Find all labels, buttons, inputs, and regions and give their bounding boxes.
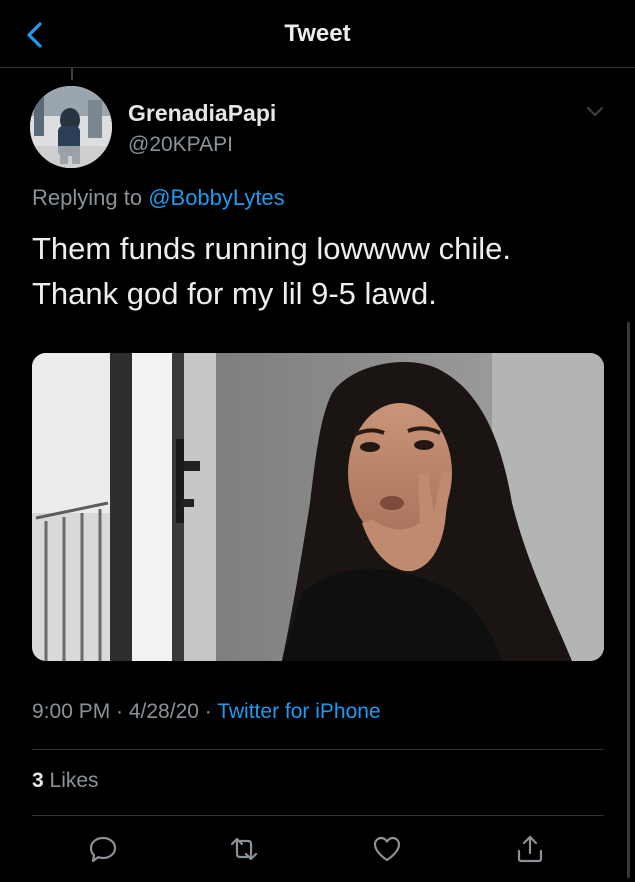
display-name[interactable]: GrenadiaPapi	[128, 100, 276, 127]
tweet-media-image[interactable]	[32, 353, 604, 661]
tweet-metadata: 9:00 PM · 4/28/20 · Twitter for iPhone	[32, 700, 381, 724]
user-handle[interactable]: @20KPAPI	[128, 133, 233, 157]
reply-icon[interactable]	[88, 834, 118, 864]
tweet-timestamp: 9:00 PM · 4/28/20 ·	[32, 700, 218, 723]
thread-connector-line	[71, 68, 73, 80]
divider	[32, 749, 604, 750]
tweet-text: Them funds running lowwww chile. Thank g…	[32, 226, 612, 316]
like-icon[interactable]	[372, 834, 402, 864]
tweet-text-line: Them funds running lowwww chile.	[32, 231, 511, 266]
likes-count[interactable]: 3 Likes	[32, 769, 99, 793]
mention-link[interactable]: @BobbyLytes	[148, 185, 284, 210]
tweet-source-link[interactable]: Twitter for iPhone	[217, 700, 380, 723]
retweet-icon[interactable]	[229, 834, 259, 864]
tweet-text-line: Thank god for my lil 9-5 lawd.	[32, 276, 437, 311]
replying-to: Replying to @BobbyLytes	[32, 185, 285, 211]
avatar-photo	[30, 86, 112, 168]
share-icon[interactable]	[515, 834, 545, 864]
avatar[interactable]	[30, 86, 112, 168]
likes-label: Likes	[43, 769, 99, 792]
chevron-down-icon[interactable]	[584, 104, 606, 120]
replying-prefix: Replying to	[32, 185, 149, 210]
page-title: Tweet	[284, 20, 351, 47]
likes-number: 3	[32, 769, 44, 792]
navigation-bar: Tweet	[0, 0, 635, 68]
scrollbar[interactable]	[627, 322, 630, 878]
media-photo	[32, 353, 604, 661]
divider	[32, 815, 604, 816]
